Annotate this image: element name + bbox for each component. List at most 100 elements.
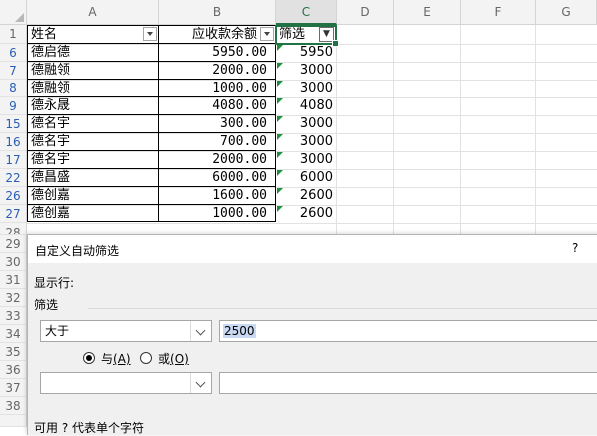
group-separator	[88, 308, 597, 309]
and-label[interactable]: 与(A)	[101, 350, 131, 367]
condition1-value-text: 2500	[223, 324, 256, 338]
row-header[interactable]: 36	[0, 361, 27, 379]
cell-filter[interactable]: 6000	[276, 169, 336, 187]
cell-filter[interactable]: 3000	[276, 62, 336, 80]
row-header[interactable]: 26	[0, 187, 27, 205]
number-as-text-indicator[interactable]	[277, 116, 283, 122]
row-header[interactable]: 27	[0, 205, 27, 223]
cell-amount[interactable]: 1000.00	[159, 80, 275, 97]
condition1-value-input[interactable]: 2500	[219, 320, 597, 342]
column-header-c[interactable]: C	[276, 0, 337, 25]
row-header[interactable]: 16	[0, 133, 27, 151]
row-header[interactable]: 6	[0, 44, 27, 62]
cell-name[interactable]: 德永晟	[28, 97, 158, 115]
cell-amount[interactable]: 4080.00	[159, 97, 275, 115]
dialog-title: 自定义自动筛选	[35, 244, 120, 258]
cell-name[interactable]: 德昌盛	[28, 169, 158, 187]
cell-name[interactable]: 德创嘉	[28, 187, 158, 205]
cell-amount[interactable]: 6000.00	[159, 169, 275, 187]
number-as-text-indicator[interactable]	[277, 45, 283, 51]
cell-amount[interactable]: 300.00	[159, 115, 275, 133]
row-header[interactable]: 17	[0, 151, 27, 169]
cell-filter[interactable]: 5950	[276, 44, 336, 62]
table-border	[27, 204, 276, 205]
condition2-operator-select[interactable]	[40, 372, 212, 394]
filter-dropdown-button[interactable]	[260, 27, 274, 41]
row-header[interactable]: 31	[0, 271, 27, 289]
filter-group-label: 筛选	[34, 298, 59, 312]
cell-name[interactable]: 德融领	[28, 62, 158, 80]
row-header[interactable]: 34	[0, 325, 27, 343]
number-as-text-indicator[interactable]	[277, 170, 283, 176]
chevron-down-icon[interactable]	[190, 373, 211, 393]
column-header-e[interactable]: E	[394, 0, 461, 25]
column-header-g[interactable]: G	[536, 0, 597, 25]
filter-dropdown-button[interactable]	[143, 27, 157, 41]
cell-filter[interactable]: 2600	[276, 187, 336, 205]
column-header-a[interactable]: A	[27, 0, 159, 25]
or-label[interactable]: 或(O)	[158, 350, 189, 367]
column-header-b[interactable]: B	[159, 0, 276, 25]
cell-amount[interactable]: 2000.00	[159, 151, 275, 169]
cell-filter[interactable]: 4080	[276, 97, 336, 115]
custom-autofilter-dialog: 自定义自动筛选 ? 显示行: 筛选 大于 2500 与(A) 或(O) 可用 ?…	[27, 234, 597, 435]
row-header[interactable]: 29	[0, 235, 27, 253]
row-header[interactable]: 15	[0, 115, 27, 133]
cell-filter[interactable]: 3000	[276, 151, 336, 169]
table-border	[275, 25, 276, 222]
row-header[interactable]: 9	[0, 97, 27, 115]
cell-name[interactable]: 德创嘉	[28, 205, 158, 223]
column-header-f[interactable]: F	[461, 0, 536, 25]
and-radio[interactable]	[83, 352, 95, 364]
row-header[interactable]: 38	[0, 397, 27, 415]
row-header[interactable]: 8	[0, 80, 27, 97]
cell-filter[interactable]: 2600	[276, 205, 336, 223]
number-as-text-indicator[interactable]	[277, 63, 283, 69]
cell-name[interactable]: 德融领	[28, 80, 158, 97]
row-header[interactable]: 30	[0, 253, 27, 271]
table-border	[27, 43, 276, 44]
number-as-text-indicator[interactable]	[277, 81, 283, 87]
table-border	[158, 25, 159, 222]
cell-amount[interactable]: 2000.00	[159, 62, 275, 80]
number-as-text-indicator[interactable]	[277, 98, 283, 104]
cell-name[interactable]: 德名宇	[28, 151, 158, 169]
row-header[interactable]: 32	[0, 289, 27, 307]
condition1-operator-select[interactable]: 大于	[40, 320, 212, 342]
cell-amount[interactable]: 1000.00	[159, 205, 275, 223]
cell-filter[interactable]: 3000	[276, 133, 336, 151]
help-button[interactable]: ?	[572, 241, 578, 255]
cell-amount[interactable]: 1600.00	[159, 187, 275, 205]
number-as-text-indicator[interactable]	[277, 188, 283, 194]
or-radio[interactable]	[140, 352, 152, 364]
row-header[interactable]: 1	[0, 25, 27, 44]
cell-name[interactable]: 德启德	[28, 44, 158, 62]
row-header[interactable]	[0, 415, 27, 427]
number-as-text-indicator[interactable]	[277, 152, 283, 158]
row-header[interactable]: 28	[0, 223, 27, 235]
row-header[interactable]: 35	[0, 343, 27, 361]
dialog-titlebar[interactable]: 自定义自动筛选 ?	[28, 235, 597, 263]
row-header[interactable]: 33	[0, 307, 27, 325]
cell-filter[interactable]: 3000	[276, 80, 336, 97]
wildcard-hint: 可用 ? 代表单个字符	[34, 421, 144, 435]
condition1-operator-value: 大于	[45, 324, 70, 338]
header-cell-filter[interactable]: 筛选	[276, 25, 320, 44]
condition2-value-input[interactable]	[219, 372, 597, 394]
row-header[interactable]: 7	[0, 62, 27, 80]
cell-filter[interactable]: 3000	[276, 115, 336, 133]
cell-amount[interactable]: 5950.00	[159, 44, 275, 62]
active-filter-icon[interactable]: ▼	[319, 27, 334, 42]
number-as-text-indicator[interactable]	[277, 206, 283, 212]
row-header[interactable]: 22	[0, 169, 27, 187]
select-all-corner[interactable]	[0, 0, 27, 25]
column-header-d[interactable]: D	[337, 0, 394, 25]
cell-name[interactable]: 德名宇	[28, 115, 158, 133]
cell-amount[interactable]: 700.00	[159, 133, 275, 151]
chevron-down-icon[interactable]	[190, 321, 211, 341]
row-header[interactable]: 37	[0, 379, 27, 397]
cell-name[interactable]: 德名宇	[28, 133, 158, 151]
header-cell-name[interactable]: 姓名	[28, 25, 158, 44]
header-cell-amount[interactable]: 应收款余额	[159, 25, 259, 44]
number-as-text-indicator[interactable]	[277, 134, 283, 140]
